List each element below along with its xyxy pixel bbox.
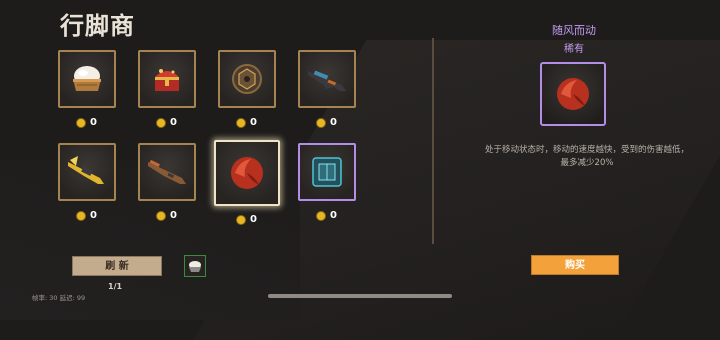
coin-icon <box>316 117 326 128</box>
price-tag: 0 <box>316 210 337 221</box>
item-rarity: 稀有 <box>564 44 584 55</box>
red-orb-icon <box>231 157 263 189</box>
rice-bowl-icon <box>73 66 101 91</box>
price-tag: 0 <box>236 214 257 225</box>
shop-slot-3[interactable] <box>218 50 276 108</box>
coin-icon <box>156 210 166 221</box>
cyan-armor-icon <box>312 157 342 187</box>
hex-nut-icon <box>232 64 262 94</box>
red-orb-icon <box>557 78 589 110</box>
shop-title: 行脚商 <box>60 11 135 40</box>
refresh-count: 1/1 <box>108 282 123 291</box>
refresh-button[interactable]: 刷 新 <box>72 256 162 276</box>
detail-item-frame <box>540 62 606 126</box>
price-tag: 0 <box>156 117 177 128</box>
shop-slot-4[interactable] <box>298 50 356 108</box>
coin-icon <box>316 210 326 221</box>
coin-icon <box>156 117 166 128</box>
coin-icon <box>76 117 86 128</box>
shop-slot-1[interactable] <box>58 50 116 108</box>
buy-button[interactable]: 购买 <box>531 255 619 275</box>
home-indicator <box>268 294 452 298</box>
inventory-mini-slot[interactable] <box>184 255 206 277</box>
shop-slot-5[interactable] <box>58 143 116 201</box>
rice-bowl-icon <box>189 261 201 272</box>
shop-slot-2[interactable] <box>138 50 196 108</box>
dark-rifle-icon <box>308 70 346 91</box>
brown-rifle-icon <box>148 159 186 184</box>
price-tag: 0 <box>236 117 257 128</box>
shop-slot-6[interactable] <box>138 143 196 201</box>
price-tag: 0 <box>316 117 337 128</box>
treasure-chest-icon <box>155 69 179 91</box>
golden-crossbow-icon <box>68 156 104 184</box>
item-name: 随风而动 <box>552 24 596 37</box>
shop-slot-7-selected[interactable] <box>214 140 280 206</box>
price-tag: 0 <box>76 210 97 221</box>
price-tag: 0 <box>76 117 97 128</box>
shop-slot-8[interactable] <box>298 143 356 201</box>
panel-divider <box>432 38 434 244</box>
item-description: 处于移动状态时，移动的速度越快，受到的伤害越低，最多减少20% <box>484 145 689 168</box>
coin-icon <box>76 210 86 221</box>
fps-latency-readout: 帧率: 30 延迟: 99 <box>32 294 86 302</box>
price-tag: 0 <box>156 210 177 221</box>
coin-icon <box>236 214 246 225</box>
coin-icon <box>236 117 246 128</box>
